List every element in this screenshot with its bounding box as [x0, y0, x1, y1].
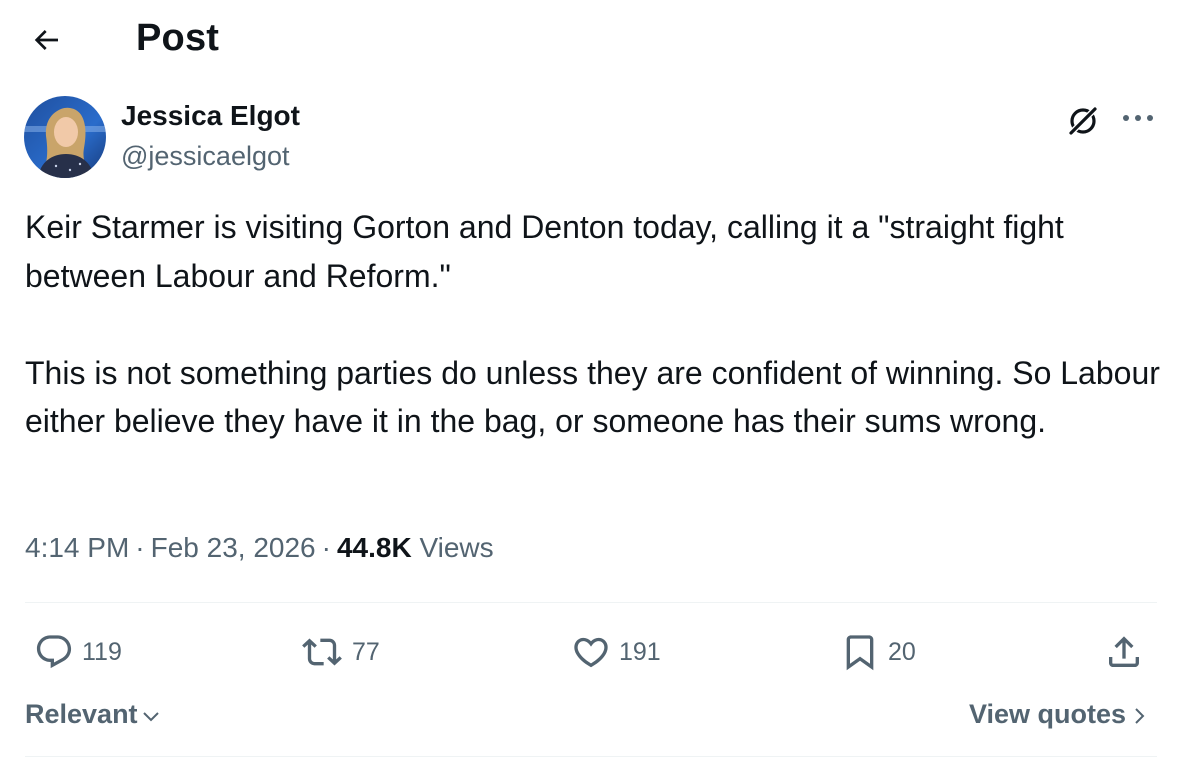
- divider: [25, 602, 1157, 603]
- views-label: Views: [419, 532, 494, 563]
- sort-relevant-dropdown[interactable]: Relevant: [25, 694, 162, 734]
- post-paragraph-2: This is not something parties do unless …: [25, 354, 1160, 440]
- grok-button[interactable]: [1062, 100, 1104, 142]
- views-count: 44.8K: [336, 532, 412, 563]
- post-time[interactable]: 4:14 PM: [25, 532, 129, 563]
- avatar-image: [24, 96, 106, 178]
- author-name[interactable]: Jessica Elgot: [121, 98, 300, 134]
- repost-button[interactable]: 77: [300, 628, 380, 676]
- view-quotes-label: View quotes: [968, 699, 1126, 729]
- repost-icon: [302, 638, 342, 666]
- chevron-right-icon: [1135, 707, 1145, 724]
- divider-bottom: [25, 756, 1157, 757]
- avatar[interactable]: [24, 96, 106, 178]
- chevron-down-icon: [142, 712, 159, 722]
- page-title: Post: [136, 17, 220, 59]
- share-button[interactable]: [1104, 628, 1144, 676]
- repost-count: 77: [352, 638, 380, 666]
- sort-label: Relevant: [25, 699, 138, 729]
- heart-icon: [574, 637, 608, 668]
- view-quotes-link[interactable]: View quotes: [969, 694, 1150, 734]
- bookmark-count: 20: [888, 638, 916, 666]
- more-button[interactable]: [1116, 98, 1160, 138]
- more-horizontal-icon: [1123, 115, 1153, 121]
- bookmark-button[interactable]: 20: [840, 628, 916, 676]
- reply-button[interactable]: 119: [34, 628, 122, 676]
- arrow-left-icon: [34, 30, 58, 50]
- post-meta: 4:14 PM · Feb 23, 2026 · 44.8K Views: [25, 532, 494, 563]
- like-count: 191: [619, 638, 661, 666]
- author-handle[interactable]: @jessicaelgot: [121, 138, 290, 174]
- reply-icon: [36, 635, 72, 669]
- post-paragraph-1: Keir Starmer is visiting Gorton and Dent…: [25, 209, 1064, 294]
- post-date[interactable]: Feb 23, 2026: [151, 532, 316, 563]
- post-text: Keir Starmer is visiting Gorton and Dent…: [25, 203, 1165, 446]
- grok-icon: [1067, 105, 1099, 137]
- like-button[interactable]: 191: [571, 628, 661, 676]
- bookmark-icon: [846, 635, 874, 671]
- reply-count: 119: [82, 638, 122, 666]
- share-icon: [1109, 636, 1139, 667]
- back-button[interactable]: [22, 16, 70, 64]
